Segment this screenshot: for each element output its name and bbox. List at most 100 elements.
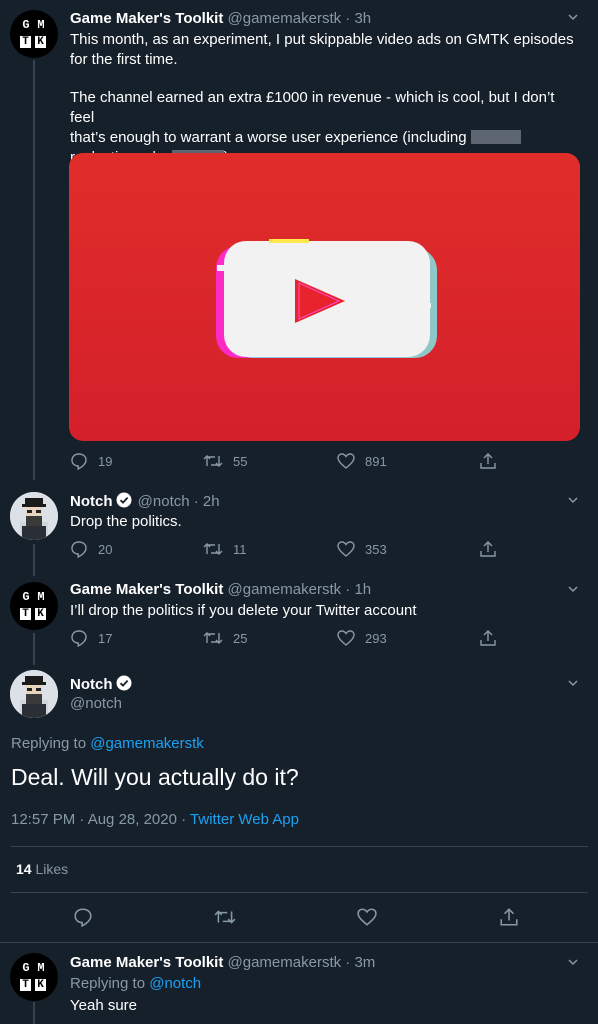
- display-name[interactable]: Game Maker's Toolkit: [70, 10, 223, 27]
- share-icon: [480, 630, 496, 646]
- tweet-header: Game Maker's Toolkit @gamemakerstk · 1h: [70, 581, 371, 598]
- gmtk-avatar[interactable]: G M T K: [10, 953, 58, 1001]
- retweet-button[interactable]: 55: [203, 452, 247, 470]
- retweet-icon: [203, 632, 223, 644]
- tweet-gmtk-delete-account[interactable]: G M T K Game Maker's Toolkit @gamemakers…: [0, 570, 598, 660]
- heart-icon: [337, 630, 355, 646]
- divider: [11, 892, 588, 893]
- notch-avatar-image: [10, 670, 58, 718]
- handle[interactable]: @gamemakerstk: [228, 581, 342, 598]
- timestamp[interactable]: 12:57 PM · Aug 28, 2020 ·: [11, 811, 186, 828]
- reply-target-link[interactable]: @notch: [149, 975, 201, 992]
- notch-avatar[interactable]: [10, 670, 58, 718]
- replying-prefix: Replying to: [70, 975, 146, 992]
- tweet-text-large: Deal. Will you actually do it?: [11, 764, 299, 790]
- retweet-icon: [203, 455, 223, 467]
- tweet-actions: 17 25 293: [70, 629, 520, 649]
- retweet-count: 11: [233, 541, 247, 557]
- chevron-down-icon[interactable]: [568, 678, 578, 688]
- like-count: 353: [365, 541, 387, 557]
- reply-button[interactable]: 19: [70, 452, 112, 470]
- tweet-notch-drop-politics[interactable]: Notch @notch · 2h Drop the politics. 20 …: [0, 480, 598, 570]
- tweet-text: Yeah sure: [70, 997, 138, 1014]
- tweet-line: The channel earned an extra £1000 in rev…: [70, 89, 555, 126]
- notch-avatar-image: [10, 492, 58, 540]
- likes-summary[interactable]: 14 Likes: [16, 861, 68, 877]
- timestamp[interactable]: · 2h: [194, 493, 220, 510]
- tweet-gmtk-yeah-sure[interactable]: G M T K Game Maker's Toolkit @gamemakers…: [0, 943, 598, 1024]
- handle[interactable]: @gamemakerstk: [228, 954, 342, 971]
- tweet-actions: 20 11 353: [70, 540, 520, 560]
- tweet-header: Game Maker's Toolkit @gamemakerstk · 3h: [70, 10, 371, 27]
- handle[interactable]: @notch: [70, 695, 122, 712]
- avatar-letter: M: [37, 961, 45, 975]
- retweet-count: 25: [233, 630, 248, 646]
- avatar-letter: K: [35, 979, 46, 991]
- display-name[interactable]: Game Maker's Toolkit: [70, 954, 223, 971]
- reply-icon[interactable]: [73, 907, 93, 927]
- share-button[interactable]: [479, 629, 497, 647]
- retweet-icon: [203, 543, 223, 555]
- reply-icon: [71, 630, 87, 647]
- notch-avatar[interactable]: [10, 492, 58, 540]
- tweet-media-youtube-image[interactable]: [69, 153, 580, 441]
- tweet-line: for the first time.: [70, 51, 178, 68]
- chevron-down-icon[interactable]: [568, 495, 578, 505]
- tweet-timestamp-row: 12:57 PM · Aug 28, 2020 · Twitter Web Ap…: [11, 811, 299, 828]
- likes-count: 14: [16, 861, 32, 877]
- redaction-block: [470, 130, 521, 144]
- focused-tweet-notch-deal: Notch @notch Replying to @gamemakerstk D…: [0, 660, 598, 942]
- avatar-letter: T: [20, 608, 31, 620]
- heart-icon: [337, 453, 355, 469]
- like-button[interactable]: 293: [337, 629, 387, 647]
- tweet-header: Notch: [70, 675, 134, 693]
- display-name[interactable]: Notch: [70, 676, 113, 693]
- reply-icon: [71, 453, 87, 470]
- reply-count: 17: [98, 630, 113, 646]
- reply-button[interactable]: 17: [70, 629, 112, 647]
- source-link[interactable]: Twitter Web App: [190, 811, 299, 828]
- heart-icon: [337, 541, 355, 557]
- avatar-letter: G: [22, 961, 30, 975]
- reply-button[interactable]: 20: [70, 540, 112, 558]
- retweet-icon[interactable]: [214, 907, 236, 927]
- chevron-down-icon[interactable]: [568, 584, 578, 594]
- reply-count: 19: [98, 453, 113, 469]
- handle[interactable]: @gamemakerstk: [228, 10, 342, 27]
- heart-icon[interactable]: [357, 907, 377, 927]
- share-button[interactable]: [479, 540, 497, 558]
- handle[interactable]: @notch: [138, 493, 190, 510]
- share-button[interactable]: [479, 452, 497, 470]
- replying-to: Replying to @notch: [70, 974, 580, 994]
- retweet-button[interactable]: 25: [203, 629, 247, 647]
- display-name[interactable]: Game Maker's Toolkit: [70, 581, 223, 598]
- avatar-letter: G: [22, 18, 30, 32]
- timestamp[interactable]: · 3h: [345, 10, 371, 27]
- divider: [11, 846, 588, 847]
- tweet-header: Notch @notch · 2h: [70, 492, 220, 510]
- avatar-letter: M: [37, 18, 45, 32]
- replying-to: Replying to @gamemakerstk: [11, 735, 204, 752]
- retweet-button[interactable]: 11: [203, 540, 247, 558]
- reply-count: 20: [98, 541, 113, 557]
- share-icon[interactable]: [499, 907, 519, 927]
- youtube-play-icon: [216, 239, 437, 358]
- tweet-actions: 19 55 891: [70, 452, 520, 472]
- tweet-text: I’ll drop the politics if you delete you…: [70, 602, 417, 619]
- chevron-down-icon[interactable]: [568, 957, 578, 967]
- gmtk-avatar[interactable]: G M T K: [10, 10, 58, 58]
- tweet-line: This month, as an experiment, I put skip…: [70, 31, 574, 48]
- gmtk-avatar[interactable]: G M T K: [10, 582, 58, 630]
- like-button[interactable]: 353: [337, 540, 387, 558]
- timestamp[interactable]: · 1h: [345, 581, 371, 598]
- like-count: 293: [365, 630, 387, 646]
- tweet-text: This month, as an experiment, I put skip…: [70, 30, 580, 168]
- tweet-gmtk-experiment[interactable]: G M T K Game Maker's Toolkit @gamemakers…: [0, 0, 598, 480]
- share-icon: [480, 453, 496, 469]
- replying-prefix: Replying to: [11, 735, 87, 752]
- chevron-down-icon[interactable]: [568, 12, 578, 22]
- like-button[interactable]: 891: [337, 452, 387, 470]
- timestamp[interactable]: · 3m: [345, 954, 375, 971]
- display-name[interactable]: Notch: [70, 493, 113, 510]
- reply-target-link[interactable]: @gamemakerstk: [90, 735, 204, 752]
